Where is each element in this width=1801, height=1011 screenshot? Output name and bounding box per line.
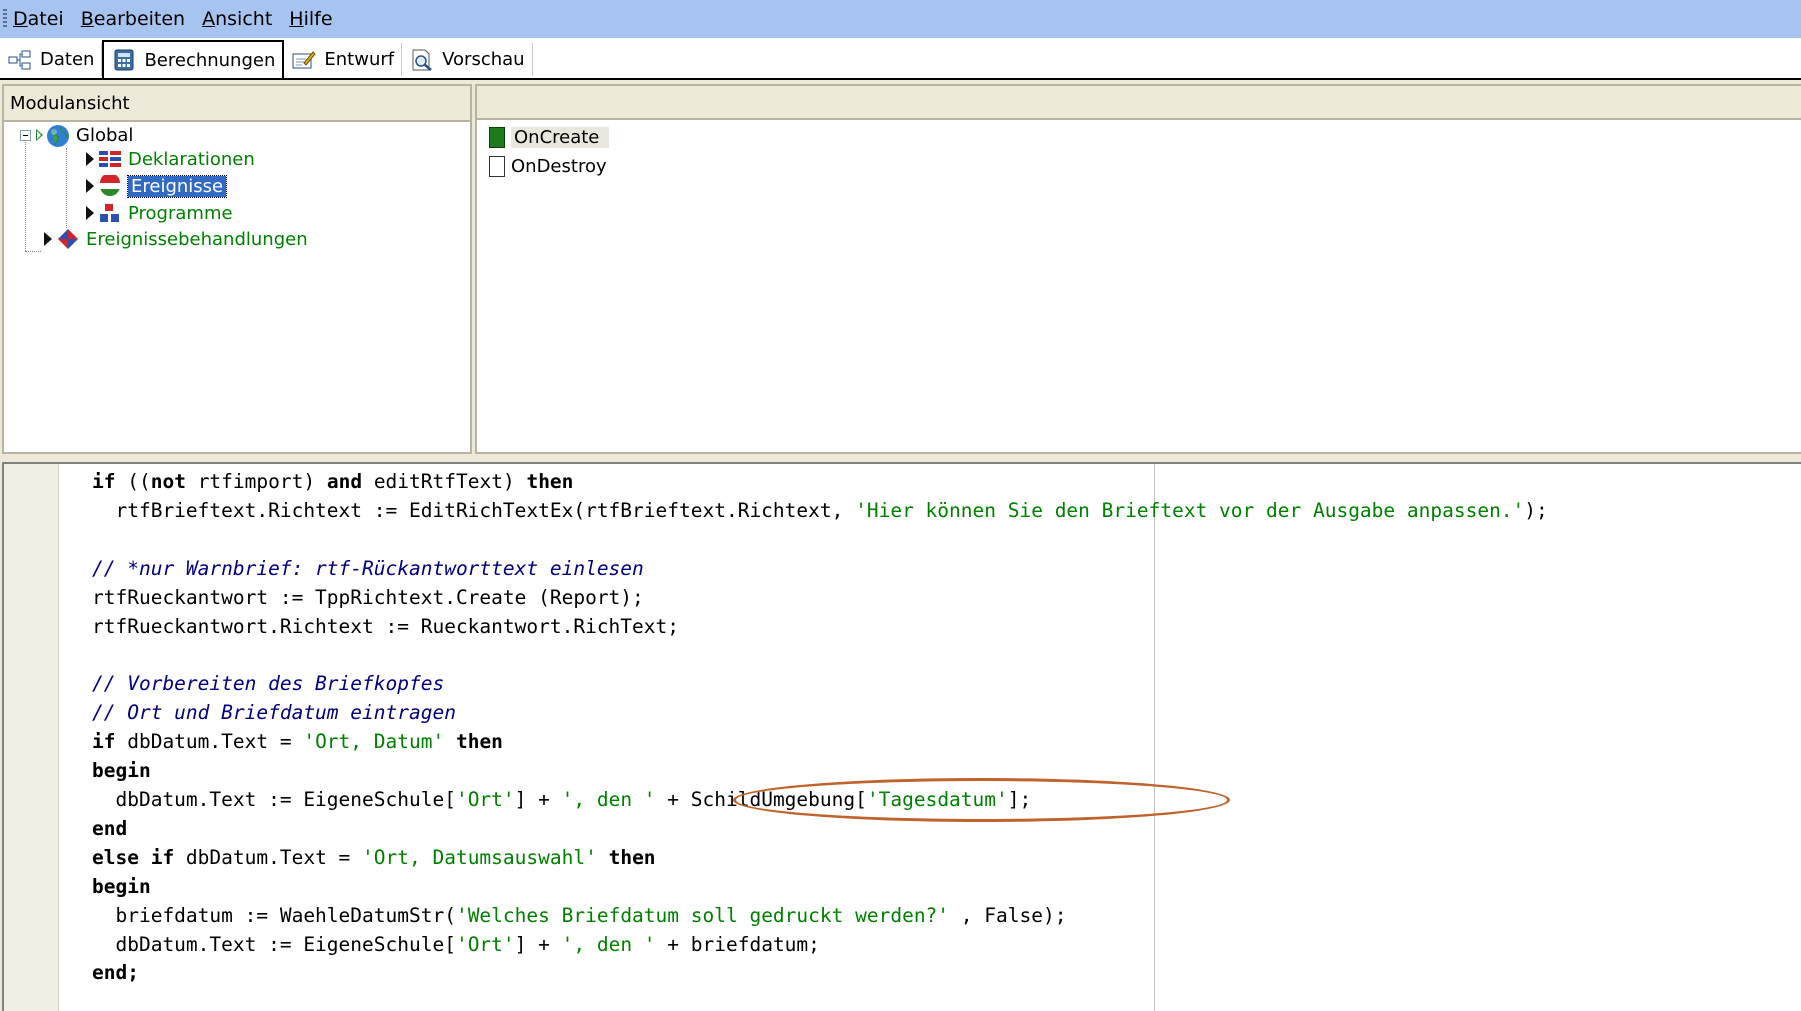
tree-node-deklarationen[interactable]: Deklarationen [86,146,255,172]
collapse-toggle[interactable] [20,129,31,141]
events-icon [98,173,122,197]
tree-node-global[interactable]: Global [20,122,133,148]
menu-hilfe[interactable]: Hilfe [289,8,332,30]
tab-vorschau[interactable]: Vorschau [402,43,533,76]
tree-connector [25,136,26,251]
menu-bearbeiten[interactable]: Bearbeiten [81,8,185,30]
document-filled-icon [489,126,505,148]
programs-blocks-icon [98,202,122,224]
editor-gutter[interactable] [4,464,59,1011]
globe-icon [46,124,70,147]
expand-arrow-icon[interactable] [44,232,52,246]
design-edit-icon [292,49,317,71]
tab-berechnungen[interactable]: Berechnungen [102,40,285,78]
menu-grip-handle[interactable] [3,9,7,29]
list-item-oncreate[interactable]: OnCreate [489,124,610,150]
list-item-ondestroy[interactable]: OnDestroy [489,153,607,179]
data-structure-icon [8,49,32,71]
document-blank-icon [489,155,505,177]
view-tab-bar: Daten Berechnungen Entwurf Vorschau [0,38,1801,80]
module-view-header: Modulansicht [4,86,470,122]
tree-node-ereignisse[interactable]: Ereignisse [86,173,228,199]
events-list-header [477,86,1801,120]
code-text[interactable]: if ((not rtfimport) and editRtfText) the… [92,468,1548,988]
tree-node-programme[interactable]: Programme [86,200,233,226]
module-view-panel: Modulansicht Global Deklarationen Ereign… [2,84,472,454]
expand-arrow-icon[interactable] [86,152,94,166]
tree-connector [25,251,41,252]
tab-entwurf[interactable]: Entwurf [284,43,403,76]
tree-node-ereignissebehandlungen[interactable]: Ereignissebehandlungen [44,226,308,252]
tree-connector [66,148,67,228]
expanded-arrow-icon [36,129,43,141]
calculator-icon [112,49,136,71]
menu-bar: Datei Bearbeiten Ansicht Hilfe [0,0,1801,38]
tab-daten[interactable]: Daten [0,43,103,76]
expand-arrow-icon[interactable] [86,206,94,220]
declarations-grid-icon [98,148,122,170]
code-editor[interactable]: if ((not rtfimport) and editRtfText) the… [2,462,1801,1011]
menu-ansicht[interactable]: Ansicht [202,8,272,30]
expand-arrow-icon[interactable] [86,179,94,193]
menu-datei[interactable]: Datei [13,8,64,30]
preview-magnifier-icon [410,49,434,71]
event-handlers-icon [56,228,80,250]
events-list-panel: OnCreate OnDestroy [475,84,1801,454]
